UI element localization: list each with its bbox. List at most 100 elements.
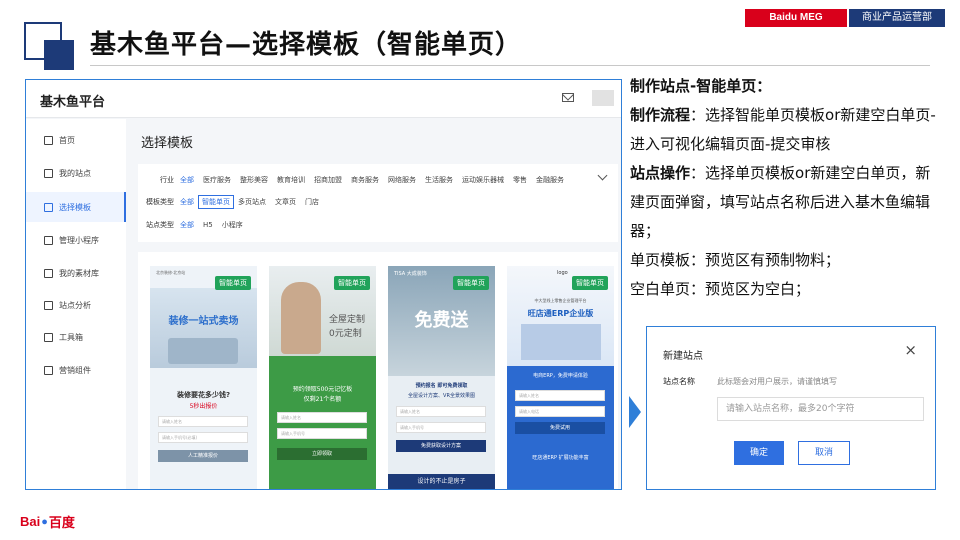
- mail-icon[interactable]: [562, 93, 574, 102]
- new-site-dialog: 新建站点 × 站点名称 此标题会对用户展示，请谨慎填写 请输入站点名称，最多20…: [646, 326, 936, 490]
- sidebar-item-marketing[interactable]: 营销组件: [26, 355, 126, 385]
- slide-title: 基木鱼平台—选择模板（智能单页）: [90, 30, 523, 60]
- card-headline: 全屋定制: [329, 315, 366, 325]
- card-headline2: 0元定制: [329, 329, 362, 339]
- filter-option[interactable]: H5: [203, 221, 213, 229]
- sidebar-item-label: 我的站点: [59, 168, 91, 178]
- filter-option[interactable]: 整形美容: [240, 175, 268, 185]
- title-divider: [90, 65, 930, 66]
- card-field-phone: 请输入手机号: [277, 428, 367, 439]
- filter-option-selected[interactable]: 智能单页: [198, 195, 234, 209]
- sidebar-item-label: 选择模板: [59, 202, 91, 212]
- card-field-name: 请输入姓名: [396, 406, 486, 417]
- filter-panel: 行业 全部 医疗服务 整形美容 教育培训 招商加盟 商务服务 网络服务 生活服务…: [138, 164, 618, 242]
- sidebar-item-label: 营销组件: [59, 365, 91, 375]
- dialog-title: 新建站点: [663, 351, 703, 362]
- card-field-phone: 请输入电话: [515, 406, 605, 417]
- filter-row-industry: 行业 全部 医疗服务 整形美容 教育培训 招商加盟 商务服务 网络服务 生活服务…: [138, 173, 573, 187]
- card-sub2: 5秒出报价: [189, 403, 218, 410]
- filter-option[interactable]: 网络服务: [388, 175, 416, 185]
- filter-option[interactable]: 招商加盟: [314, 175, 342, 185]
- template-card[interactable]: TISA 大成装饰 智能单页 免费送 预约报名 即可免费领取 全屋设计方案、VR…: [388, 266, 495, 489]
- filter-option[interactable]: 金融服务: [536, 175, 564, 185]
- filter-option[interactable]: 全部: [180, 175, 194, 185]
- sidebar-item-miniapp[interactable]: 管理小程序: [26, 225, 126, 255]
- card-button: 免费获取设计方案: [396, 440, 486, 452]
- desc-flow-label: 制作流程: [630, 106, 691, 124]
- card-field-phone: 请输入手机号: [396, 422, 486, 433]
- sidebar-item-choose-template[interactable]: 选择模板: [26, 192, 126, 222]
- filter-option[interactable]: 多页站点: [238, 197, 266, 207]
- card-sub: 装修要花多少钱?: [176, 391, 231, 399]
- filter-option[interactable]: 门店: [305, 197, 319, 207]
- filter-row-site-type: 站点类型 全部 H5 小程序: [138, 218, 252, 232]
- site-name-input[interactable]: 请输入站点名称，最多20个字符: [717, 397, 924, 421]
- component-icon: [44, 365, 53, 375]
- desc-blank-line: 空白单页：预览区为空白；: [630, 280, 811, 298]
- sidebar: 首页 我的站点 选择模板 管理小程序 我的素材库 站点分析 工具箱 营销组件: [26, 119, 126, 489]
- filter-option[interactable]: 全部: [180, 220, 194, 230]
- decor-square-filled: [44, 40, 74, 70]
- card-badge: 智能单页: [334, 276, 370, 290]
- template-card[interactable]: 北京装修·北京站 智能单页 装修一站式卖场 装修要花多少钱? 5秒出报价 请输入…: [150, 266, 257, 489]
- filter-option[interactable]: 全部: [180, 197, 194, 207]
- avatar[interactable]: [592, 90, 614, 106]
- chart-icon: [44, 300, 53, 310]
- card-sub: 中大型线上零售企业管理平台: [534, 298, 587, 303]
- card-button: 人工精准报价: [158, 450, 248, 462]
- card-field-phone: 请输入手机号(必填): [158, 432, 248, 443]
- platform-window: 基木鱼平台 首页 我的站点 选择模板 管理小程序 我的素材库 站点分析 工具箱 …: [25, 79, 622, 490]
- confirm-button[interactable]: 确定: [734, 441, 784, 465]
- cancel-button[interactable]: 取消: [798, 441, 850, 465]
- card-sub2: 仅剩21个名额: [303, 396, 342, 403]
- sidebar-item-label: 首页: [59, 135, 75, 145]
- card-bottom: 设计的不止是房子: [388, 474, 495, 489]
- arrow-right-icon: [629, 396, 641, 428]
- card-headline: 旺店通ERP企业版: [527, 309, 594, 318]
- filter-option[interactable]: 医疗服务: [203, 175, 231, 185]
- filter-option[interactable]: 生活服务: [425, 175, 453, 185]
- logo-text-bai: Bai: [20, 514, 41, 529]
- filter-option[interactable]: 零售: [513, 175, 527, 185]
- sidebar-item-label: 管理小程序: [59, 235, 99, 245]
- template-grid: 北京装修·北京站 智能单页 装修一站式卖场 装修要花多少钱? 5秒出报价 请输入…: [138, 252, 618, 489]
- platform-brand: 基木鱼平台: [40, 95, 106, 110]
- sidebar-item-my-sites[interactable]: 我的站点: [26, 158, 126, 188]
- baidu-logo: Bai ● 百度: [20, 512, 75, 531]
- filter-option[interactable]: 教育培训: [277, 175, 305, 185]
- org-tag-baidu-meg: Baidu MEG: [745, 9, 847, 27]
- card-sub2: 电商ERP，免费申请体验: [533, 373, 588, 379]
- site-icon: [44, 168, 53, 178]
- card-field-name: 请输入姓名: [515, 390, 605, 401]
- filter-option[interactable]: 小程序: [222, 220, 243, 230]
- desc-op-label: 站点操作: [630, 164, 691, 182]
- card-bottom: 旺店通ERP 扩展功能丰富: [532, 455, 589, 461]
- filter-option[interactable]: 运动娱乐器械: [462, 175, 504, 185]
- template-card[interactable]: 智能单页 全屋定制 0元定制 预约领取500元记忆板 仅剩21个名额 请输入姓名…: [269, 266, 376, 489]
- card-headline: 装修一站式卖场: [168, 316, 239, 327]
- sofa-illustration: [168, 338, 238, 364]
- card-headline: 免费送: [414, 310, 469, 331]
- logo-text-du: 百度: [48, 515, 75, 530]
- sidebar-item-analysis[interactable]: 站点分析: [26, 290, 126, 320]
- filter-option[interactable]: 商务服务: [351, 175, 379, 185]
- image-icon: [44, 268, 53, 278]
- page-title: 选择模板: [141, 136, 194, 151]
- org-tag-department: 商业产品运营部: [849, 9, 945, 27]
- sidebar-item-toolbox[interactable]: 工具箱: [26, 322, 126, 352]
- template-card[interactable]: logo 智能单页 中大型线上零售企业管理平台 旺店通ERP企业版 电商ERP，…: [507, 266, 614, 489]
- card-button: 立即领取: [277, 448, 367, 460]
- chevron-down-icon[interactable]: [597, 170, 608, 181]
- close-icon[interactable]: ×: [904, 341, 917, 359]
- card-sub: 预约报名 即可免费领取: [415, 383, 468, 389]
- platform-header: 基木鱼平台: [26, 80, 621, 118]
- office-photo: [521, 324, 601, 360]
- filter-label: 模板类型: [146, 198, 174, 206]
- site-name-label: 站点名称: [663, 377, 695, 386]
- card-badge: 智能单页: [572, 276, 608, 290]
- filter-option[interactable]: 文章页: [275, 197, 296, 207]
- sidebar-item-assets[interactable]: 我的素材库: [26, 258, 126, 288]
- card-field-name: 请输入姓名: [158, 416, 248, 427]
- sidebar-item-home[interactable]: 首页: [26, 125, 126, 155]
- template-icon: [44, 202, 53, 212]
